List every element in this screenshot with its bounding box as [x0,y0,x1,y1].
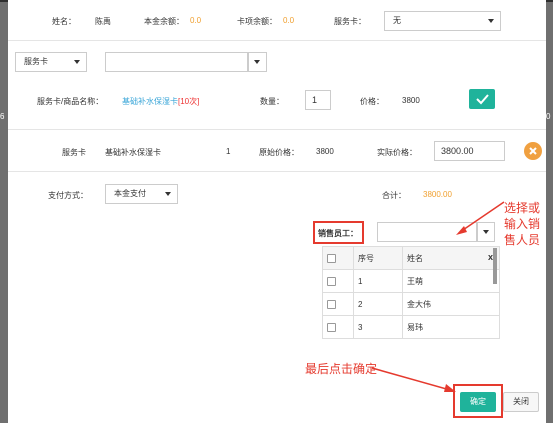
annotation-arrow-icon [371,367,456,392]
close-icon [529,147,537,155]
backdrop-edge-right: 0 [546,112,551,121]
line-item-type: 服务卡 [62,148,86,157]
table-header-row: 序号 姓名 x [322,246,500,270]
table-row[interactable]: 3 易玮 [322,315,500,339]
add-item-button[interactable] [469,89,495,109]
product-name-label: 服务卡/商品名称： [37,97,104,106]
sales-staff-label: 销售员工： [318,229,358,238]
principal-balance-label: 本金余额： [144,17,184,26]
table-row[interactable]: 2 金大伟 [322,292,500,316]
divider [8,129,546,130]
row-checkbox[interactable] [327,299,336,309]
remove-item-button[interactable] [524,142,542,160]
column-header-no: 序号 [353,246,403,270]
card-balance-label: 卡项余额： [237,17,277,26]
annotation-select-staff: 选择或 输入销 售人员 [504,200,540,248]
principal-balance-value: 0.0 [190,16,202,25]
item-type-select-value: 服务卡 [24,57,48,66]
name-label: 姓名： [52,17,76,26]
staff-dropdown-table: 序号 姓名 x 1 王萌 2 金大伟 3 易玮 [322,246,500,339]
row-name: 王萌 [402,269,500,293]
line-item-qty: 1 [226,147,231,156]
annotation-arrow-icon [456,201,505,235]
quantity-label: 数量： [260,97,284,106]
checkout-modal: 姓名： 陈禹 本金余额： 0.0 卡项余额： 0.0 服务卡： 无 服务卡 服务… [8,0,546,423]
column-header-name: 姓名 x [402,246,500,270]
check-icon [476,94,489,105]
actual-price-input[interactable]: 3800.00 [434,141,505,161]
select-all-cell[interactable] [322,246,354,270]
actual-price-label: 实际价格： [377,148,417,157]
service-card-select[interactable]: 无 [384,11,501,31]
confirm-button[interactable]: 确定 [460,392,496,412]
row-name: 金大伟 [402,292,500,316]
product-name-link[interactable]: 基础补水保湿卡 [122,96,178,107]
row-checkbox-cell[interactable] [322,269,354,293]
original-price-value: 3800 [316,147,334,156]
payment-method-value: 本金支付 [114,189,146,198]
product-count-tag: [10次] [178,97,200,106]
name-value: 陈禹 [95,17,111,26]
item-search-input[interactable] [105,52,248,72]
card-balance-value: 0.0 [283,16,295,25]
row-checkbox-cell[interactable] [322,292,354,316]
annotation-line: 售人员 [504,233,541,247]
item-search-dropdown-button[interactable] [248,52,267,72]
row-name: 易玮 [402,315,500,339]
divider [8,171,546,172]
original-price-label: 原始价格： [259,148,299,157]
service-card-select-value: 无 [393,16,401,25]
row-checkbox[interactable] [327,322,336,332]
row-no: 1 [353,269,403,293]
annotation-line: 选择或 [504,201,541,215]
row-no: 3 [353,315,403,339]
total-label: 合计： [382,191,406,200]
price-label: 价格： [360,97,384,106]
quantity-input[interactable]: 1 [305,90,331,110]
row-checkbox-cell[interactable] [322,315,354,339]
select-all-checkbox[interactable] [327,253,336,263]
annotation-confirm-last: 最后点击确定 [305,362,378,376]
column-header-name-text: 姓名 [407,253,423,263]
item-type-select[interactable]: 服务卡 [15,52,87,72]
chevron-down-icon [165,192,171,196]
row-checkbox[interactable] [327,276,336,286]
payment-method-label: 支付方式： [48,191,88,200]
payment-method-select[interactable]: 本金支付 [105,184,178,204]
chevron-down-icon [254,60,260,64]
staff-list-scrollbar[interactable] [493,248,497,284]
row-no: 2 [353,292,403,316]
annotation-line: 输入销 [504,217,541,231]
backdrop-edge-left: 6 [0,112,5,121]
chevron-down-icon [74,60,80,64]
line-item-name: 基础补水保湿卡 [105,148,161,157]
table-row[interactable]: 1 王萌 [322,269,500,293]
service-card-label: 服务卡： [334,17,366,26]
close-button[interactable]: 关闭 [503,392,539,412]
chevron-down-icon [488,19,494,23]
divider [8,40,546,41]
price-value: 3800 [402,96,420,105]
